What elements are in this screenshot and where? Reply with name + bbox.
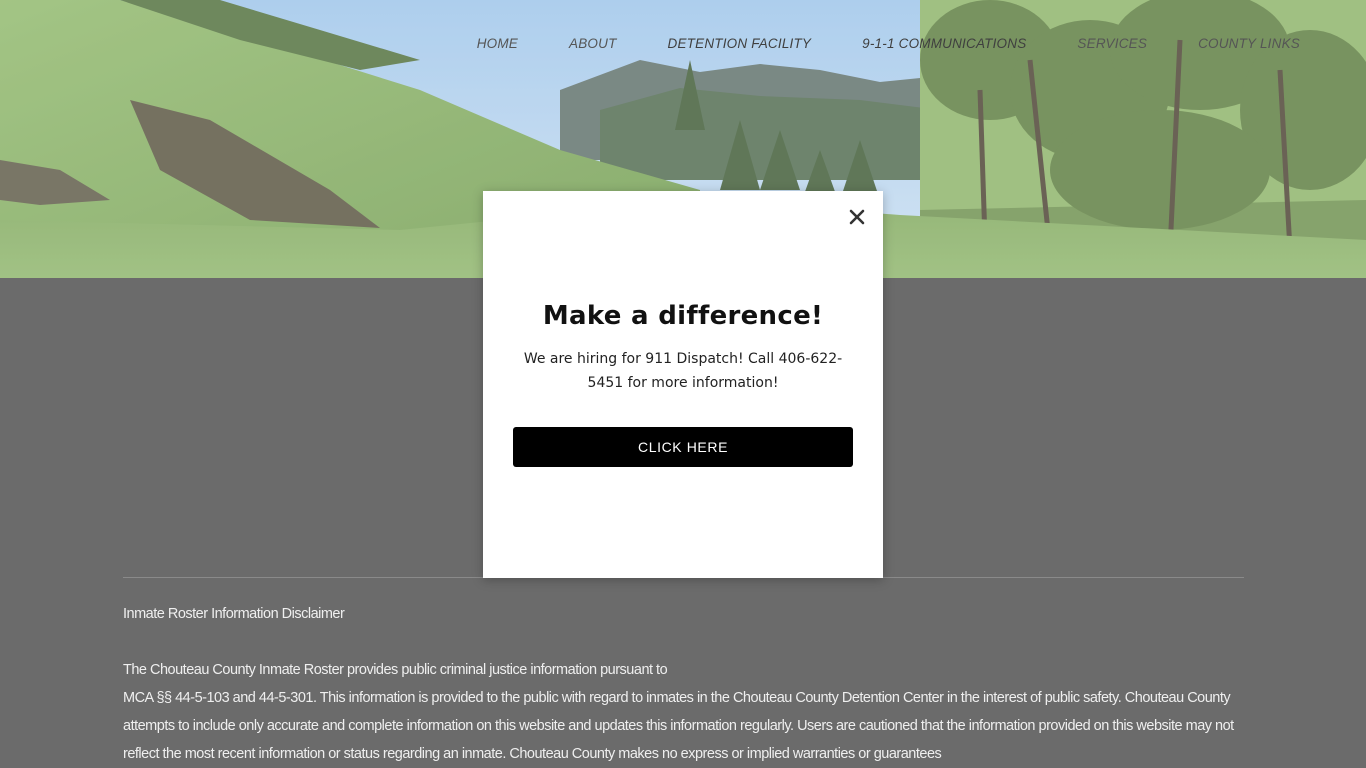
disclaimer-paragraph: The Chouteau County Inmate Roster provid… <box>123 662 668 678</box>
hiring-popup: Make a difference! We are hiring for 911… <box>483 191 883 578</box>
popup-message: We are hiring for 911 Dispatch! Call 406… <box>523 351 843 391</box>
disclaimer-section: Inmate Roster Information Disclaimer The… <box>123 600 1253 768</box>
nav-item-county-links[interactable]: COUNTY LINKS <box>1198 36 1300 51</box>
click-here-button[interactable]: CLICK HERE <box>513 427 853 467</box>
nav-item-911-communications[interactable]: 9-1-1 COMMUNICATIONS <box>862 36 1026 51</box>
nav-item-services[interactable]: SERVICES <box>1077 36 1147 51</box>
nav-item-home[interactable]: HOME <box>477 36 518 51</box>
main-navigation: HOME ABOUT DETENTION FACILITY 9-1-1 COMM… <box>477 36 1300 51</box>
popup-title: Make a difference! <box>542 301 824 331</box>
nav-item-detention-facility[interactable]: DETENTION FACILITY <box>668 36 812 51</box>
nav-item-about[interactable]: ABOUT <box>569 36 617 51</box>
close-icon[interactable] <box>845 205 869 229</box>
disclaimer-heading: Inmate Roster Information Disclaimer <box>123 606 345 622</box>
disclaimer-paragraph: MCA §§ 44-5-103 and 44-5-301. This infor… <box>123 690 1234 762</box>
